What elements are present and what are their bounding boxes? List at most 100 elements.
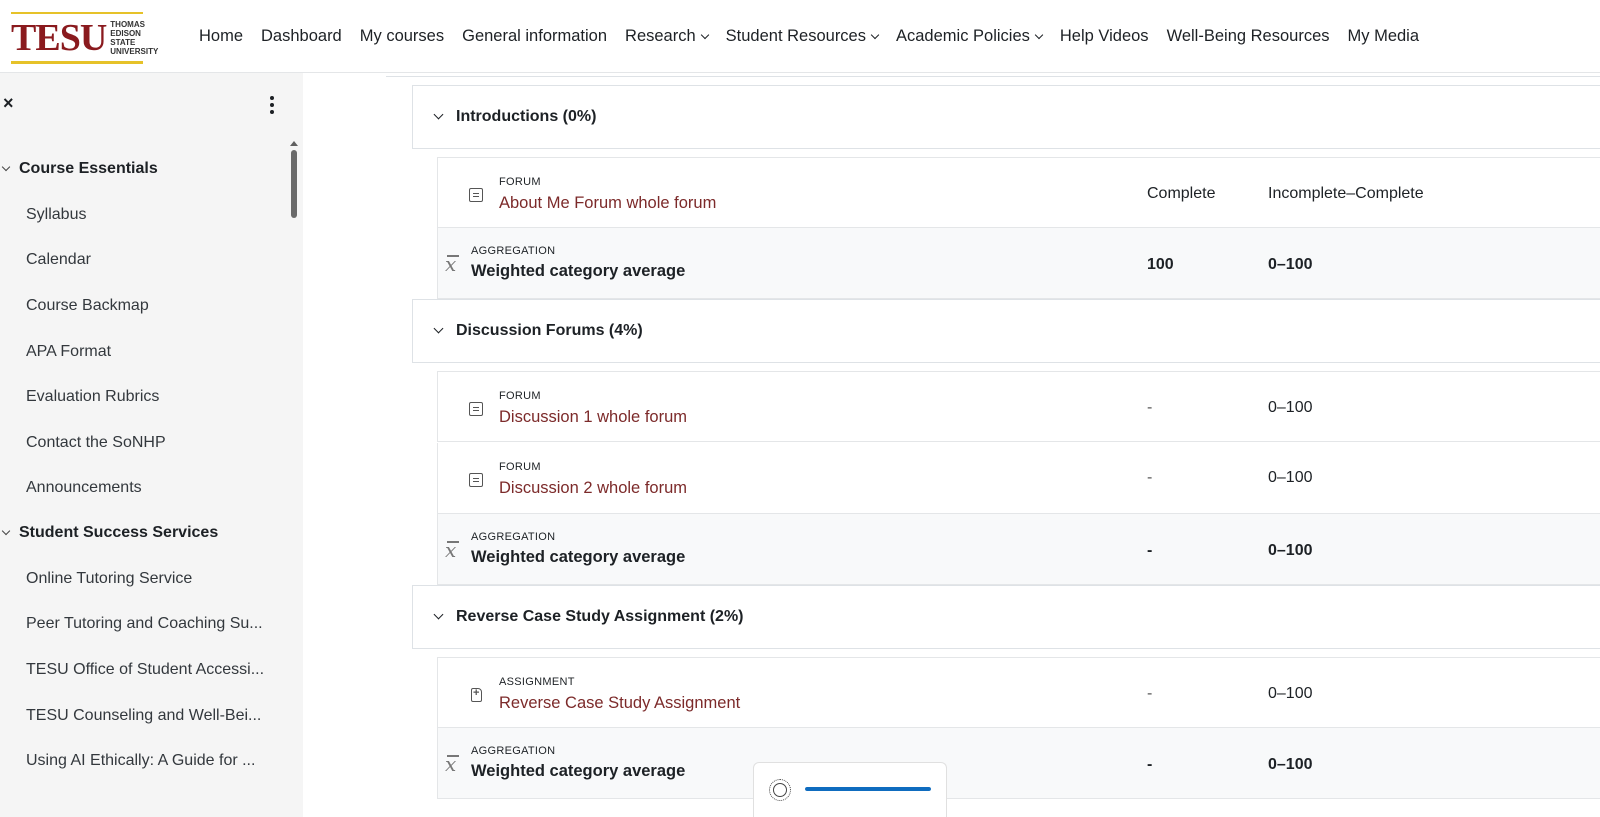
- grade-item-row: ASSIGNMENT Reverse Case Study Assignment…: [437, 657, 1600, 728]
- nav-label: My courses: [359, 27, 445, 45]
- chevron-down-icon: [1, 526, 11, 536]
- aggregation-row: x AGGREGATION Weighted category average …: [437, 228, 1600, 299]
- item-type-label: FORUM: [499, 176, 541, 188]
- nav-label: Academic Policies: [896, 27, 1030, 45]
- grade-range: 0–100: [1268, 399, 1313, 416]
- chevron-down-icon[interactable]: [433, 609, 444, 620]
- forum-icon: [469, 188, 483, 202]
- nav-my-media[interactable]: My Media: [1339, 27, 1429, 46]
- nav-general-information[interactable]: General information: [453, 27, 616, 46]
- section-title: Student Success Services: [19, 524, 219, 541]
- item-type-label: AGGREGATION: [471, 745, 556, 757]
- nav-well-being-resources[interactable]: Well-Being Resources: [1158, 27, 1339, 46]
- grade-range: 0–100: [1268, 469, 1313, 486]
- grade-value: -: [1147, 469, 1153, 486]
- nav-label: My Media: [1347, 27, 1420, 45]
- course-index-drawer: × Course Essentials Syllabus Calendar Co…: [0, 73, 303, 817]
- close-icon[interactable]: ×: [3, 93, 14, 114]
- section-title: Course Essentials: [19, 160, 158, 177]
- grade-range: 0–100: [1268, 685, 1313, 702]
- scrollbar-thumb[interactable]: [291, 150, 297, 218]
- course-index-item-online-tutoring[interactable]: Online Tutoring Service: [26, 570, 192, 588]
- grade-value: Complete: [1147, 185, 1216, 202]
- scroll-up-arrow-icon[interactable]: [290, 141, 298, 146]
- course-index-item-using-ai[interactable]: Using AI Ethically: A Guide for ...: [26, 752, 255, 770]
- course-index-item-peer-tutoring[interactable]: Peer Tutoring and Coaching Su...: [26, 615, 263, 633]
- aggregation-row: x AGGREGATION Weighted category average …: [437, 514, 1600, 585]
- aggregation-title: Weighted category average: [471, 262, 686, 280]
- item-type-label: ASSIGNMENT: [499, 676, 575, 688]
- logo-line: UNIVERSITY: [110, 47, 159, 56]
- nav-label: Home: [199, 27, 244, 45]
- section-course-essentials[interactable]: Course Essentials: [0, 160, 158, 178]
- chevron-down-icon: [1, 162, 11, 172]
- grade-item-link[interactable]: Discussion 1 whole forum: [499, 408, 687, 427]
- footer-popover[interactable]: [753, 762, 947, 817]
- grade-range: Incomplete–Complete: [1268, 185, 1424, 202]
- course-index-item-rubrics[interactable]: Evaluation Rubrics: [26, 388, 159, 406]
- grade-value: 100: [1147, 256, 1174, 273]
- logo-wordmark: TESU: [11, 17, 107, 59]
- grade-value: -: [1147, 542, 1153, 559]
- primary-navigation: Home Dashboard My courses General inform…: [190, 0, 1428, 73]
- course-index-item-announcements[interactable]: Announcements: [26, 479, 142, 497]
- grade-item-link[interactable]: Reverse Case Study Assignment: [499, 694, 740, 713]
- grade-value: -: [1147, 756, 1153, 773]
- course-index-item-backmap[interactable]: Course Backmap: [26, 297, 149, 315]
- grade-item-link[interactable]: About Me Forum whole forum: [499, 194, 716, 213]
- chevron-down-icon: [870, 30, 880, 39]
- divider: [386, 73, 1600, 77]
- nav-research[interactable]: Research: [616, 27, 717, 46]
- nav-label: Research: [625, 27, 696, 45]
- category-header-reverse-case-study[interactable]: Reverse Case Study Assignment (2%): [412, 585, 1600, 649]
- nav-help-videos[interactable]: Help Videos: [1051, 27, 1158, 46]
- category-title: Reverse Case Study Assignment (2%): [456, 608, 744, 625]
- tesu-logo[interactable]: TESU THOMAS EDISON STATE UNIVERSITY: [11, 12, 158, 64]
- grade-range: 0–100: [1268, 542, 1313, 559]
- chevron-down-icon[interactable]: [433, 323, 444, 334]
- chevron-down-icon: [700, 30, 709, 39]
- mean-xbar-icon: x: [445, 252, 460, 276]
- brightness-icon[interactable]: [769, 779, 791, 801]
- nav-label: General information: [462, 27, 608, 45]
- mean-xbar-icon: x: [445, 538, 460, 562]
- logo-line: EDISON: [110, 29, 141, 38]
- section-student-success-services[interactable]: Student Success Services: [0, 524, 218, 542]
- course-index-item-contact[interactable]: Contact the SoNHP: [26, 434, 166, 452]
- logo-university-name: THOMAS EDISON STATE UNIVERSITY: [110, 20, 158, 56]
- nav-label: Help Videos: [1059, 27, 1149, 45]
- progress-bar: [805, 787, 931, 791]
- nav-home[interactable]: Home: [190, 27, 252, 46]
- progress-fill: [805, 787, 931, 791]
- forum-icon: [469, 473, 483, 487]
- item-type-label: AGGREGATION: [471, 531, 556, 543]
- grade-item-row: FORUM About Me Forum whole forum Complet…: [437, 157, 1600, 228]
- item-type-label: FORUM: [499, 461, 541, 473]
- course-index-item-counseling[interactable]: TESU Counseling and Well-Bei...: [26, 707, 261, 725]
- drawer-scrollbar[interactable]: [290, 141, 298, 218]
- course-index-item-syllabus[interactable]: Syllabus: [26, 206, 86, 224]
- category-title: Introductions (0%): [456, 108, 597, 125]
- grade-item-link[interactable]: Discussion 2 whole forum: [499, 479, 687, 498]
- logo-gold-bar-top: [11, 12, 143, 14]
- nav-label: Well-Being Resources: [1166, 27, 1330, 45]
- nav-academic-policies[interactable]: Academic Policies: [887, 27, 1051, 46]
- logo-gold-bar: [11, 61, 143, 64]
- nav-my-courses[interactable]: My courses: [351, 27, 453, 46]
- item-type-label: FORUM: [499, 390, 541, 402]
- assignment-icon: [471, 687, 482, 702]
- grades-main-region: Introductions (0%) FORUM About Me Forum …: [303, 73, 1600, 817]
- item-type-label: AGGREGATION: [471, 245, 556, 257]
- chevron-down-icon[interactable]: [433, 109, 444, 120]
- nav-dashboard[interactable]: Dashboard: [252, 27, 351, 46]
- chevron-down-icon: [1034, 30, 1044, 39]
- course-index-item-calendar[interactable]: Calendar: [26, 251, 91, 269]
- aggregation-title: Weighted category average: [471, 762, 686, 780]
- course-index-item-student-accessibility[interactable]: TESU Office of Student Accessi...: [26, 661, 264, 679]
- category-header-introductions[interactable]: Introductions (0%): [412, 85, 1600, 149]
- course-index-item-apa[interactable]: APA Format: [26, 343, 111, 361]
- nav-student-resources[interactable]: Student Resources: [717, 27, 887, 46]
- category-title: Discussion Forums (4%): [456, 322, 643, 339]
- category-header-discussion-forums[interactable]: Discussion Forums (4%): [412, 299, 1600, 363]
- kebab-menu-icon[interactable]: [265, 96, 279, 116]
